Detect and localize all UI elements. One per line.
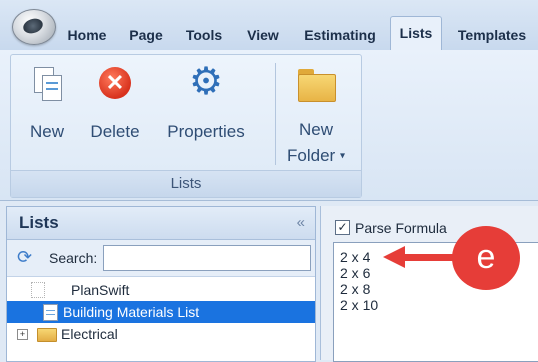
- tree-item-building-materials-list[interactable]: Building Materials List: [7, 301, 315, 323]
- new-folder-label-line1: New: [298, 120, 333, 139]
- folder-icon: [296, 67, 336, 102]
- tab-estimating[interactable]: Estimating: [298, 22, 382, 49]
- formula-line: 2 x 4: [340, 249, 371, 265]
- properties-button-label: Properties: [167, 122, 245, 141]
- tab-tools[interactable]: Tools: [180, 22, 228, 49]
- app-menu-button[interactable]: [12, 9, 56, 45]
- tree-item-planswift[interactable]: PlanSwift: [7, 279, 315, 301]
- formula-line: 2 x 8: [340, 281, 371, 297]
- refresh-icon[interactable]: ⟳: [17, 247, 32, 268]
- ribbon-tab-bar: Home Page Tools View Estimating Lists Te…: [0, 0, 538, 51]
- tab-page[interactable]: Page: [124, 22, 168, 49]
- collapse-panel-icon[interactable]: «: [297, 214, 305, 231]
- delete-button-label: Delete: [90, 122, 140, 141]
- callout-arrow-shaft: [402, 254, 454, 261]
- new-button-label: New: [29, 122, 64, 141]
- dropdown-arrow-icon: ▾: [339, 150, 345, 162]
- new-folder-label-line2: Folder ▾: [287, 146, 345, 165]
- tree-node-icon: [31, 282, 45, 298]
- tab-templates[interactable]: Templates: [450, 22, 534, 49]
- expand-icon[interactable]: +: [17, 329, 28, 340]
- ribbon-separator: [275, 63, 276, 165]
- lists-panel: Lists « ⟳ Search: PlanSwift Building Mat…: [6, 206, 316, 362]
- ribbon-group-lists: New ✕ Delete ⚙ Properties New Folder ▾ L…: [10, 54, 362, 198]
- folder-icon: [37, 328, 57, 342]
- tab-home[interactable]: Home: [62, 22, 112, 49]
- delete-icon: ✕: [99, 67, 131, 99]
- formula-line: 2 x 6: [340, 265, 371, 281]
- lists-panel-title: Lists: [19, 213, 59, 232]
- tree-item-label: PlanSwift: [71, 282, 130, 298]
- tree-item-label: Electrical: [61, 326, 118, 342]
- search-input[interactable]: [103, 245, 311, 271]
- search-bar: ⟳ Search:: [7, 240, 315, 277]
- gear-icon: ⚙: [188, 61, 224, 103]
- parse-formula-checkbox[interactable]: ✓: [335, 220, 350, 235]
- app-logo-icon: [21, 16, 45, 36]
- delete-button[interactable]: ✕ Delete: [83, 67, 147, 145]
- list-document-icon: [43, 304, 58, 321]
- parse-formula-label: Parse Formula: [355, 220, 447, 236]
- tab-lists[interactable]: Lists: [390, 16, 442, 51]
- tree-item-electrical[interactable]: + Electrical: [7, 323, 315, 345]
- tree-item-label: Building Materials List: [63, 304, 200, 320]
- tab-view[interactable]: View: [240, 22, 286, 49]
- ribbon-group-caption: Lists: [11, 170, 361, 197]
- formula-line: 2 x 10: [340, 297, 379, 313]
- new-button[interactable]: New: [17, 65, 77, 145]
- callout-marker: e: [452, 226, 520, 290]
- lists-panel-header: Lists «: [7, 207, 315, 240]
- new-document-icon: [30, 65, 64, 101]
- new-folder-button[interactable]: New Folder ▾: [283, 67, 349, 170]
- ribbon: New ✕ Delete ⚙ Properties New Folder ▾ L…: [0, 50, 538, 201]
- callout-arrow-head-icon: [383, 246, 405, 268]
- search-label: Search:: [49, 250, 98, 266]
- properties-button[interactable]: ⚙ Properties: [159, 63, 253, 145]
